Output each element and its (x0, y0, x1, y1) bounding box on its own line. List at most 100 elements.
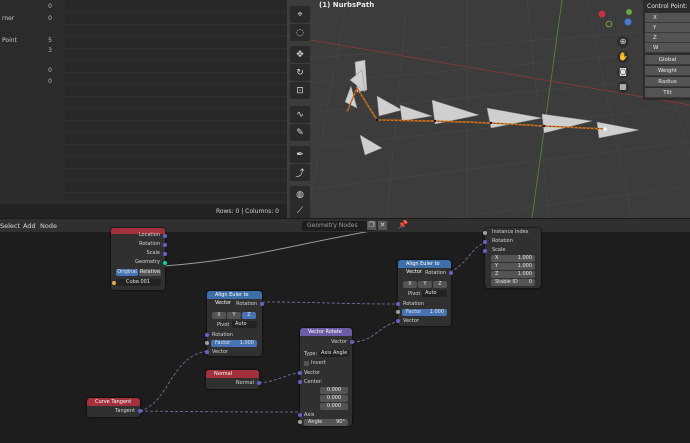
cp-x-field[interactable]: X (645, 13, 690, 23)
relative-toggle[interactable]: Relative (139, 269, 161, 276)
camera-icon[interactable]: ◙ (617, 66, 629, 78)
select-tool-icon[interactable]: ◌ (290, 24, 310, 41)
normal-out-socket[interactable] (257, 381, 261, 385)
align-1-rotation-in-socket[interactable] (205, 333, 209, 337)
cp-z-field[interactable]: Z (645, 33, 690, 43)
instance-scale-socket[interactable] (483, 249, 487, 253)
sheet-value: 5 (48, 37, 52, 44)
vr-vector-in-socket[interactable] (298, 371, 302, 375)
cp-tilt-field[interactable]: Tilt (645, 88, 690, 98)
instance-index-socket[interactable] (483, 231, 487, 235)
cp-global-toggle[interactable]: Global (645, 55, 690, 65)
stable-id-field[interactable]: Stable ID 0 (491, 279, 535, 286)
tangent-out-socket[interactable] (138, 409, 142, 413)
vector-rotate-out-socket[interactable] (350, 340, 354, 344)
extrude-tool-icon[interactable]: ⤴ (290, 164, 310, 181)
sheet-value: 0 (48, 15, 52, 22)
align-euler-node-1[interactable]: Align Euler to Vector Rotation X Y Z Piv… (205, 291, 264, 356)
cp-y-field[interactable]: Y (645, 23, 690, 33)
original-toggle[interactable]: Original (116, 269, 138, 276)
align-2-rotation-in-socket[interactable] (396, 302, 400, 306)
rotate-tool-icon[interactable]: ↻ (290, 64, 310, 81)
align-2-rotation-out-label: Rotation (425, 270, 446, 276)
node-tree-name-field[interactable]: Geometry Nodes (302, 221, 374, 231)
scale-socket[interactable] (163, 252, 167, 256)
center-x-field[interactable]: 0.000 (320, 387, 348, 394)
object-socket[interactable] (112, 281, 116, 285)
grid-view-icon[interactable]: ▦ (617, 81, 629, 93)
align-euler-node-2[interactable]: Align Euler to Vector Rotation X Y Z Piv… (396, 260, 453, 326)
row-divider (65, 120, 287, 121)
axis-label: Axis (304, 412, 315, 418)
align-2-vector-socket[interactable] (396, 319, 400, 323)
scale-x-field[interactable]: X 1.000 (491, 255, 535, 262)
align-2-axis-y[interactable]: Y (418, 281, 432, 288)
vector-rotate-node[interactable]: Vector Rotate Vector Type: Axis Angle In… (298, 328, 354, 426)
instance-info-node[interactable]: Instance Index Rotation Scale X 1.000 Y 1.… (483, 228, 541, 288)
node-editor-canvas[interactable]: Location Rotation Scale Geometry Origina… (0, 228, 690, 443)
align-2-vector-label: Vector (403, 318, 419, 324)
align-2-rotation-out-socket[interactable] (449, 271, 453, 275)
draw-tool-icon[interactable]: ∿ (290, 106, 310, 123)
align-1-factor-field[interactable]: Factor 1.000 (211, 340, 257, 347)
normal-out-label: Normal (235, 380, 254, 386)
radius-tool-icon[interactable]: ◍ (290, 186, 310, 203)
scale-z-field[interactable]: Z 1.000 (491, 271, 535, 278)
row-divider (65, 36, 287, 37)
menu-node[interactable]: Node (40, 222, 57, 230)
axis-socket[interactable] (298, 413, 302, 417)
align-2-factor-socket[interactable] (396, 310, 400, 314)
scale-socket-label: Scale (146, 250, 160, 256)
vr-vector-in-label: Vector (304, 370, 320, 376)
control-point-title: Control Point: (647, 3, 688, 10)
align-2-axis-z[interactable]: Z (433, 281, 447, 288)
cursor-tool-icon[interactable]: ⌖ (290, 6, 310, 23)
cp-w-field[interactable]: W (645, 43, 690, 53)
type-dropdown[interactable]: Axis Angle (319, 350, 349, 357)
scale-y-field[interactable]: Y 1.000 (491, 263, 535, 270)
sheet-label[interactable]: rner (2, 15, 14, 22)
pen-tool-icon[interactable]: ✒ (290, 146, 310, 163)
align-1-pivot-dropdown[interactable]: Auto (232, 321, 257, 328)
angle-socket[interactable] (298, 420, 302, 424)
cp-radius-field[interactable]: Radius (645, 77, 690, 87)
align-1-rotation-out-socket[interactable] (260, 302, 264, 306)
center-socket[interactable] (298, 380, 302, 384)
cp-weight-field[interactable]: Weight (645, 66, 690, 76)
object-info-node[interactable]: Location Rotation Scale Geometry Origina… (111, 228, 167, 290)
align-to-instance-link (449, 241, 488, 273)
3d-viewport[interactable]: (1) NurbsPath ⌖ ◌ ✥ ↻ ⊡ ∿ ✎ ✒ ⤴ ◍ ⟋ ⊕ ✋ … (287, 0, 690, 218)
center-y-field[interactable]: 0.000 (320, 395, 348, 402)
pan-hand-icon[interactable]: ✋ (617, 51, 629, 63)
align-1-vector-socket[interactable] (205, 350, 209, 354)
pin-icon[interactable]: 📌 (398, 220, 408, 229)
align-1-axis-y[interactable]: Y (227, 312, 241, 319)
annotate-tool-icon[interactable]: ✎ (290, 124, 310, 141)
align-2-factor-field[interactable]: Factor 1.000 (402, 309, 447, 316)
curve-tangent-node[interactable]: Curve Tangent Tangent (87, 398, 142, 417)
copy-icon[interactable]: ❐ (367, 221, 376, 230)
menu-select[interactable]: Select (0, 222, 20, 230)
instance-rotation-socket[interactable] (483, 240, 487, 244)
align-2-pivot-label: Pivot (408, 291, 421, 297)
tilt-tool-icon[interactable]: ⟋ (290, 202, 310, 218)
rotation-socket[interactable] (163, 243, 167, 247)
align-1-axis-z[interactable]: Z (242, 312, 256, 319)
invert-checkbox[interactable] (304, 361, 309, 366)
angle-field[interactable]: Angle 90° (304, 419, 348, 426)
normal-node[interactable]: Normal Normal (206, 370, 261, 389)
geometry-socket[interactable] (163, 261, 167, 265)
zoom-icon[interactable]: ⊕ (617, 36, 629, 48)
align-1-axis-x[interactable]: X (212, 312, 226, 319)
object-picker[interactable]: Cube.001 (116, 279, 161, 286)
align-2-pivot-dropdown[interactable]: Auto (422, 290, 447, 297)
location-socket[interactable] (163, 234, 167, 238)
close-icon[interactable]: ✕ (378, 221, 387, 230)
align-1-factor-socket[interactable] (205, 341, 209, 345)
align-2-axis-x[interactable]: X (403, 281, 417, 288)
move-tool-icon[interactable]: ✥ (290, 46, 310, 63)
scale-tool-icon[interactable]: ⊡ (290, 82, 310, 99)
center-z-field[interactable]: 0.000 (320, 403, 348, 410)
sheet-label[interactable]: Point (2, 37, 17, 44)
menu-add[interactable]: Add (23, 222, 36, 230)
